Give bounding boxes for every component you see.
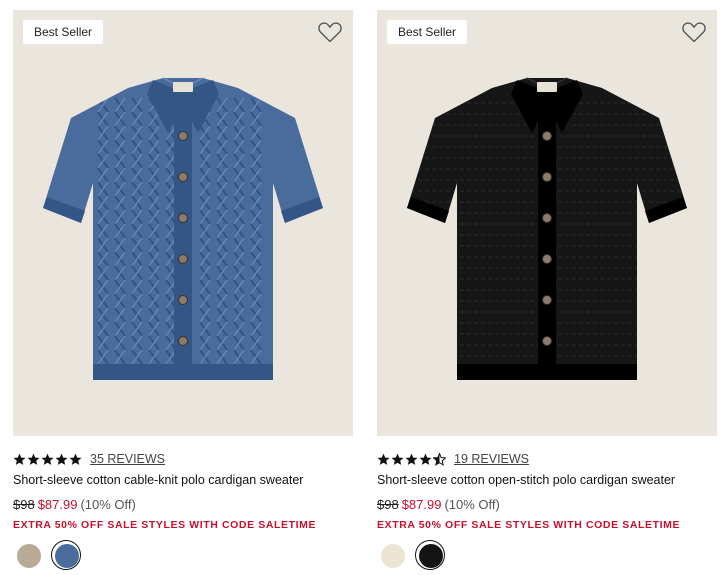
product-card[interactable]: Best Seller 19 REVIEWS Short-sleeve cott… [377, 10, 717, 570]
swatch-color-dot [419, 544, 443, 568]
star-icon [419, 453, 432, 465]
price-row: $98 $87.99 (10% Off) [377, 497, 500, 512]
color-swatches [13, 540, 81, 570]
discount-label: (10% Off) [444, 497, 500, 512]
original-price: $98 [377, 497, 399, 512]
swatch-color-dot [17, 544, 41, 568]
price-row: $98 $87.99 (10% Off) [13, 497, 136, 512]
product-image[interactable]: Best Seller [13, 10, 353, 436]
reviews-link[interactable]: 35 REVIEWS [90, 452, 165, 466]
cable-knit-cardigan-image [43, 77, 323, 380]
sale-price: $87.99 [401, 497, 442, 512]
color-swatch[interactable] [415, 540, 445, 570]
color-swatches [377, 540, 445, 570]
best-seller-badge: Best Seller [23, 20, 104, 44]
star-icon [41, 453, 54, 465]
swatch-color-dot [55, 544, 79, 568]
promo-text: EXTRA 50% OFF SALE STYLES WITH CODE SALE… [13, 519, 317, 531]
product-name[interactable]: Short-sleeve cotton open-stitch polo car… [377, 473, 675, 487]
color-swatch[interactable] [377, 540, 407, 570]
star-rating [377, 452, 446, 466]
color-swatch[interactable] [51, 540, 81, 570]
best-seller-badge: Best Seller [387, 20, 468, 44]
rating-row: 35 REVIEWS [13, 450, 165, 468]
star-icon [405, 453, 418, 465]
star-icon [69, 453, 82, 465]
rating-row: 19 REVIEWS [377, 450, 529, 468]
discount-label: (10% Off) [80, 497, 136, 512]
star-icon [377, 453, 390, 465]
original-price: $98 [13, 497, 35, 512]
product-name[interactable]: Short-sleeve cotton cable-knit polo card… [13, 473, 303, 487]
reviews-link[interactable]: 19 REVIEWS [454, 452, 529, 466]
star-rating [13, 453, 82, 466]
heart-icon[interactable] [681, 20, 707, 44]
star-icon [391, 453, 404, 465]
swatch-color-dot [381, 544, 405, 568]
star-icon [27, 453, 40, 465]
star-half-icon [433, 452, 446, 466]
heart-icon[interactable] [317, 20, 343, 44]
star-icon [13, 453, 26, 465]
color-swatch[interactable] [13, 540, 43, 570]
star-icon [55, 453, 68, 465]
product-card[interactable]: Best Seller 35 REVIEWS Short-sleeve cott… [13, 10, 353, 570]
sale-price: $87.99 [37, 497, 78, 512]
promo-text: EXTRA 50% OFF SALE STYLES WITH CODE SALE… [377, 519, 681, 531]
product-image[interactable]: Best Seller [377, 10, 717, 436]
open-stitch-cardigan-image [407, 77, 687, 380]
